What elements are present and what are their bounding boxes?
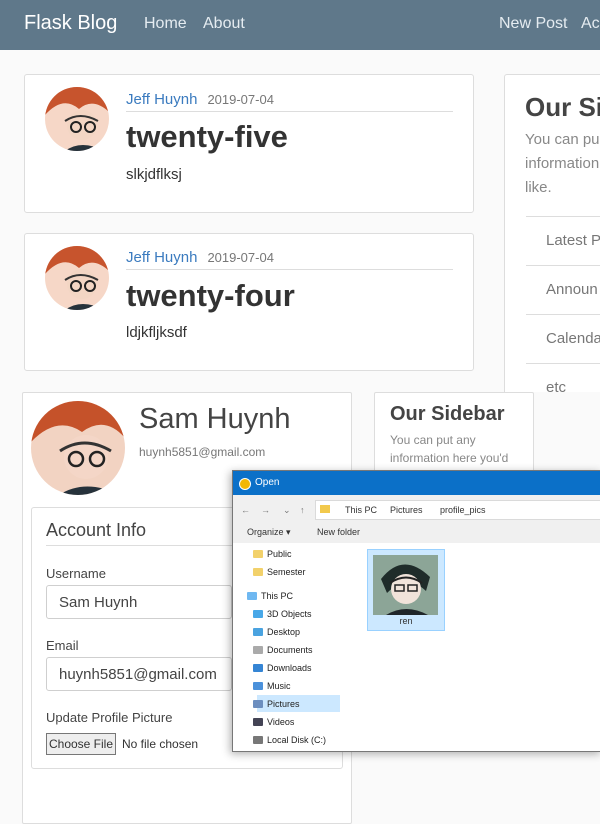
dialog-title-bar: Open — [233, 471, 600, 495]
nav-account-link[interactable]: Ac — [581, 15, 600, 33]
profile-avatar — [31, 401, 125, 495]
back-icon[interactable]: ← — [241, 499, 250, 521]
tree-item-local-disk[interactable]: Local Disk (C:) — [253, 735, 367, 745]
post-content: slkjdflksj — [126, 166, 182, 183]
file-status: No file chosen — [122, 737, 199, 751]
meta-divider — [126, 269, 453, 270]
sidebar-list-item[interactable]: Calenda — [526, 314, 600, 362]
chrome-icon — [239, 478, 251, 490]
tree-item-semester[interactable]: Semester — [253, 567, 367, 577]
open-file-dialog: Open ← → ⌄ ↑ This PC Pictures profile_pi… — [232, 470, 600, 752]
profile-sidebar-text-line: information here you'd — [390, 451, 509, 465]
email-field[interactable]: huynh5851@gmail.com — [46, 657, 232, 691]
sidebar-card: Our Si You can pu information like. Late… — [504, 74, 600, 416]
up-icon[interactable]: ↑ — [300, 499, 305, 521]
meta-divider — [126, 111, 453, 112]
nav-new-post-link[interactable]: New Post — [499, 15, 567, 33]
post-card: Jeff Huynh 2019-07-04 twenty-four ldjkflj… — [24, 233, 474, 371]
sidebar-title: Our Si — [525, 92, 600, 122]
avatar-image — [45, 87, 109, 151]
post-date: 2019-07-04 — [207, 250, 274, 265]
file-thumbnail-ren[interactable]: ren — [367, 549, 445, 631]
new-folder-button[interactable]: New folder — [317, 523, 360, 541]
post-meta: Jeff Huynh 2019-07-04 — [126, 249, 274, 266]
tree-item-public[interactable]: Public — [253, 549, 367, 559]
sidebar-list-item[interactable]: Latest P — [526, 216, 600, 264]
post-content: ldjkfljksdf — [126, 324, 187, 341]
path-segment[interactable]: Pictures — [390, 499, 423, 521]
address-bar: ← → ⌄ ↑ This PC Pictures profile_pics — [233, 499, 600, 521]
post-title[interactable]: twenty-five — [126, 119, 288, 155]
heading-divider — [46, 545, 232, 546]
tree-item-downloads[interactable]: Downloads — [253, 663, 367, 673]
account-info-heading: Account Info — [46, 520, 147, 540]
tree-item-documents[interactable]: Documents — [253, 645, 367, 655]
sidebar-list-item[interactable]: Announ — [526, 265, 600, 313]
forward-icon[interactable]: → — [261, 499, 270, 521]
email-label: Email — [46, 638, 79, 653]
nav-about-link[interactable]: About — [203, 15, 245, 33]
tree-item-desktop[interactable]: Desktop — [253, 627, 367, 637]
dialog-title: Open — [255, 477, 280, 488]
tree-item-pictures[interactable]: Pictures — [253, 699, 367, 709]
file-name: ren — [399, 616, 413, 626]
navbar: Flask Blog Home About New Post Ac — [0, 0, 600, 50]
folder-icon — [320, 505, 330, 513]
username-label: Username — [46, 566, 106, 581]
post-date: 2019-07-04 — [207, 92, 274, 107]
profile-email: huynh5851@gmail.com — [139, 445, 266, 459]
profile-sidebar-text-line: You can put any — [390, 433, 476, 447]
tree-item-music[interactable]: Music — [253, 681, 367, 691]
avatar — [45, 87, 109, 151]
username-field[interactable]: Sam Huynh — [46, 585, 232, 619]
profile-picture-label: Update Profile Picture — [46, 710, 173, 725]
tree-item-this-pc[interactable]: This PC — [247, 591, 361, 601]
sidebar-text-line: You can pu — [525, 131, 600, 148]
author-link[interactable]: Jeff Huynh — [126, 249, 197, 266]
avatar-image — [45, 246, 109, 310]
file-thumbnail-image — [373, 555, 438, 615]
avatar — [45, 246, 109, 310]
tree-item-videos[interactable]: Videos — [253, 717, 367, 727]
path-segment[interactable]: This PC — [345, 499, 377, 521]
profile-avatar-image — [31, 401, 125, 495]
profile-sidebar-title: Our Sidebar — [390, 403, 505, 425]
dialog-toolbar: Organize ▾ New folder — [233, 523, 600, 541]
dropdown-icon[interactable]: ⌄ — [283, 499, 291, 521]
author-link[interactable]: Jeff Huynh — [126, 91, 197, 108]
nav-home-link[interactable]: Home — [144, 15, 187, 33]
profile-name: Sam Huynh — [139, 403, 291, 435]
post-card: Jeff Huynh 2019-07-04 twenty-five slkjdfl… — [24, 74, 474, 213]
sidebar-text-line: like. — [525, 179, 552, 196]
path-segment[interactable]: profile_pics — [440, 499, 486, 521]
post-meta: Jeff Huynh 2019-07-04 — [126, 91, 274, 108]
brand-link[interactable]: Flask Blog — [24, 12, 117, 35]
choose-file-button[interactable]: Choose File — [46, 733, 116, 755]
post-title[interactable]: twenty-four — [126, 278, 295, 314]
tree-item-3d-objects[interactable]: 3D Objects — [253, 609, 367, 619]
sidebar-text-line: information — [525, 155, 600, 172]
organize-button[interactable]: Organize ▾ — [247, 523, 291, 541]
